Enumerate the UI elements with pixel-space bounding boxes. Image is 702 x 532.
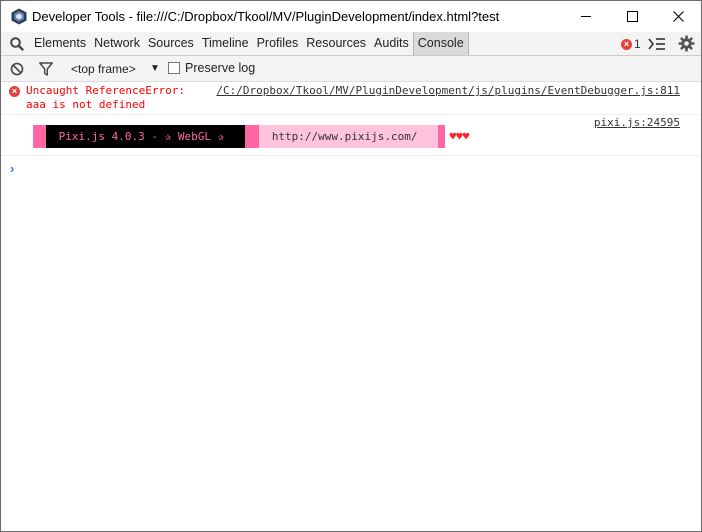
devtools-window: Developer Tools - file:///C:/Dropbox/Tko… [0, 0, 702, 532]
devtools-toolbar: Elements Network Sources Timeline Profil… [1, 32, 701, 56]
error-text: Uncaught ReferenceError: aaa is not defi… [26, 84, 185, 111]
preserve-log-toggle[interactable]: Preserve log [168, 61, 255, 75]
gear-icon[interactable] [678, 35, 695, 52]
preserve-log-label: Preserve log [185, 61, 256, 75]
error-icon: × [9, 86, 20, 97]
filter-icon[interactable] [39, 62, 53, 76]
banner-pink-block [244, 125, 259, 148]
console-prompt[interactable]: › [10, 161, 14, 176]
banner-hearts: ♥♥♥ [449, 130, 470, 143]
clear-console-icon[interactable] [10, 62, 24, 76]
devtools-app-icon [11, 8, 27, 25]
maximize-icon [626, 11, 638, 22]
title-bar[interactable]: Developer Tools - file:///C:/Dropbox/Tko… [1, 1, 701, 32]
inspect-search-icon[interactable] [9, 36, 25, 52]
window-title: Developer Tools - file:///C:/Dropbox/Tko… [32, 9, 500, 24]
tab-network[interactable]: Network [90, 32, 144, 55]
tab-elements[interactable]: Elements [30, 32, 90, 55]
banner-title: Pixi.js 4.0.3 - ✰ WebGL ✰ [46, 125, 245, 148]
tab-sources[interactable]: Sources [144, 32, 198, 55]
tab-console[interactable]: Console [412, 32, 469, 55]
minimize-button[interactable] [563, 1, 609, 32]
close-button[interactable] [655, 1, 701, 32]
log-source-link[interactable]: pixi.js:24595 [594, 116, 680, 129]
console-drawer-icon[interactable] [648, 37, 666, 51]
close-icon [672, 11, 684, 22]
error-counter[interactable]: × 1 [621, 37, 641, 51]
tab-timeline[interactable]: Timeline [198, 32, 253, 55]
error-count-value: 1 [634, 37, 641, 51]
console-log-message: pixi.js:24595 Pixi.js 4.0.3 - ✰ WebGL ✰ … [1, 115, 701, 156]
banner-pink-block [437, 125, 445, 148]
error-source-link[interactable]: /C:/Dropbox/Tkool/MV/PluginDevelopment/j… [216, 84, 680, 98]
preserve-log-checkbox[interactable] [168, 62, 180, 74]
context-selector[interactable]: <top frame> [71, 62, 136, 76]
minimize-icon [580, 16, 591, 17]
console-filter-bar: <top frame> ▼ Preserve log [1, 56, 701, 82]
pixi-banner: Pixi.js 4.0.3 - ✰ WebGL ✰ http://www.pix… [33, 125, 469, 148]
chevron-down-icon[interactable]: ▼ [150, 63, 160, 74]
banner-pink-block [33, 125, 46, 148]
panel-tabs: Elements Network Sources Timeline Profil… [30, 32, 469, 55]
tab-profiles[interactable]: Profiles [253, 32, 303, 55]
tab-resources[interactable]: Resources [302, 32, 370, 55]
maximize-button[interactable] [609, 1, 655, 32]
tab-audits[interactable]: Audits [370, 32, 413, 55]
console-error-message: × Uncaught ReferenceError: aaa is not de… [1, 82, 701, 115]
error-badge-icon: × [621, 38, 632, 50]
banner-url: http://www.pixijs.com/ [258, 125, 438, 148]
